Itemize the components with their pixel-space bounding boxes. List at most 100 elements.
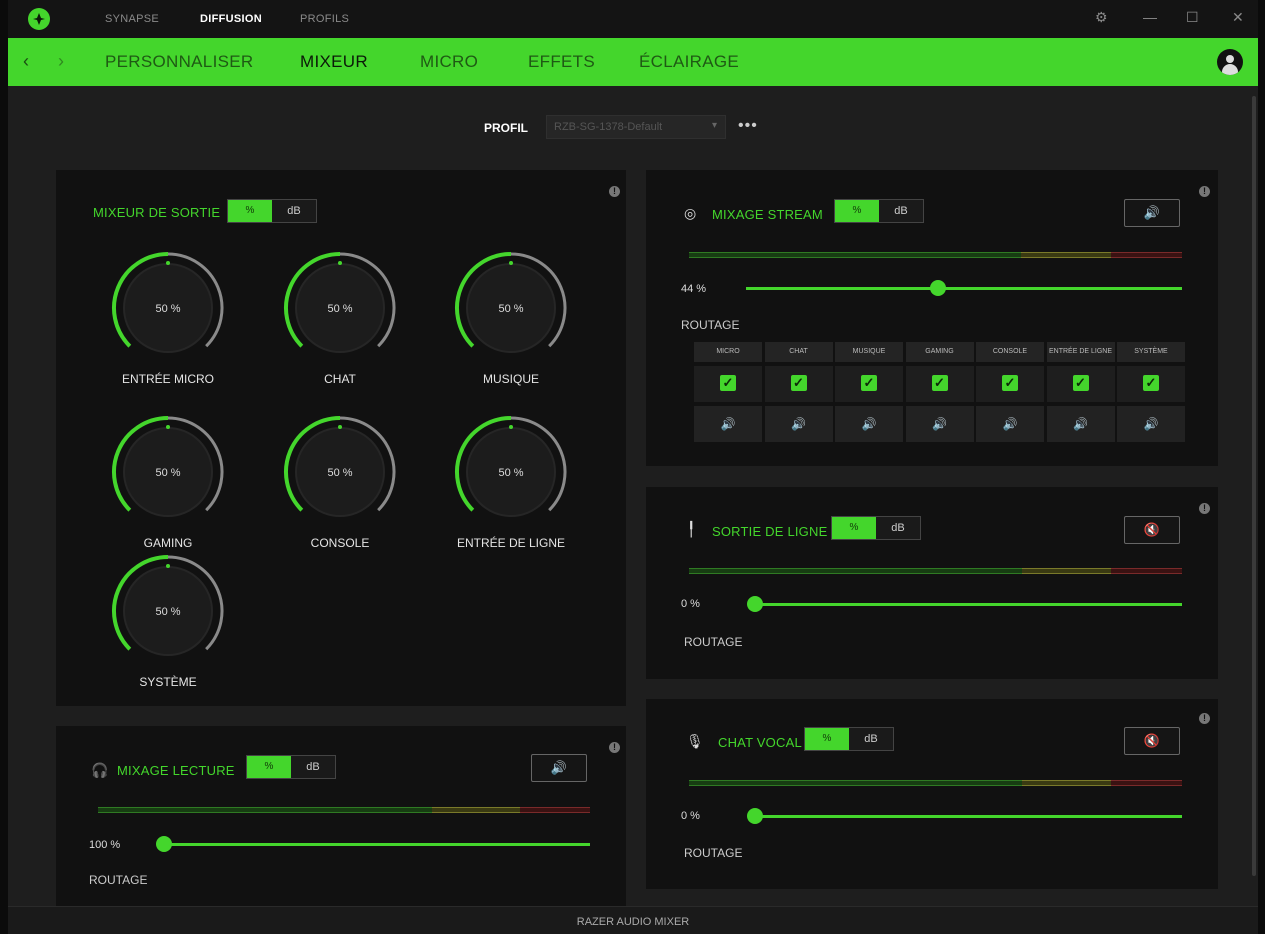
output-mixer-panel: ! MIXEUR DE SORTIE % dB 50 % ENTRÉE MICRO…	[56, 170, 626, 706]
routing-checkbox[interactable]: ✓	[1117, 366, 1185, 402]
routing-header: ENTRÉE DE LIGNE	[1046, 342, 1115, 362]
line-out-mute-button[interactable]: 🔇	[1124, 516, 1180, 544]
percent-toggle[interactable]: %	[247, 756, 291, 778]
info-icon[interactable]: !	[1199, 503, 1210, 514]
scrollbar[interactable]	[1252, 96, 1256, 876]
checkmark-icon: ✓	[931, 375, 948, 391]
knob-value: 50 %	[327, 467, 353, 479]
chevron-down-icon: ▾	[711, 120, 717, 131]
line-out-routage-label: ROUTAGE	[684, 635, 743, 649]
routing-header: SYSTÈME	[1117, 342, 1185, 362]
knob-label: CONSOLE	[310, 536, 370, 550]
info-icon[interactable]: !	[609, 186, 620, 197]
voice-chat-unit-toggle[interactable]: % dB	[804, 727, 894, 751]
settings-gear-icon[interactable]: ⚙	[1095, 9, 1108, 26]
stream-mix-title: MIXAGE STREAM	[712, 207, 823, 222]
knob-label: MUSIQUE	[482, 372, 539, 386]
close-button[interactable]: ✕	[1232, 9, 1244, 26]
knob-label: SYSTÈME	[139, 675, 197, 689]
playback-volume-slider[interactable]	[156, 836, 590, 852]
user-avatar[interactable]	[1217, 49, 1243, 75]
stream-mix-unit-toggle[interactable]: % dB	[834, 199, 924, 223]
checkmark-icon: ✓	[861, 375, 877, 391]
percent-toggle[interactable]: %	[832, 517, 876, 539]
profile-label: PROFIL	[484, 121, 528, 135]
playback-speaker-button[interactable]: 🔊	[531, 754, 587, 782]
line-out-volume-slider[interactable]	[747, 596, 1182, 612]
playback-mix-unit-toggle[interactable]: % dB	[246, 755, 336, 779]
tab-diffusion[interactable]: DIFFUSION	[200, 13, 262, 25]
stream-volume-value: 44 %	[681, 283, 707, 295]
stream-volume-slider[interactable]	[746, 280, 1182, 296]
maximize-button[interactable]: ☐	[1186, 9, 1199, 26]
knob-value: 50 %	[498, 303, 524, 315]
knob-value: 50 %	[498, 467, 524, 479]
info-icon[interactable]: !	[1199, 713, 1210, 724]
tab-micro[interactable]: MICRO	[420, 52, 478, 72]
routing-checkbox[interactable]: ✓	[976, 366, 1044, 402]
tab-mixeur[interactable]: MIXEUR	[300, 52, 368, 72]
routing-checkbox[interactable]: ✓	[835, 366, 903, 402]
routing-speaker-icon[interactable]: 🔊	[694, 406, 762, 442]
percent-toggle[interactable]: %	[805, 728, 849, 750]
routing-header: CONSOLE	[976, 342, 1044, 362]
slider-thumb[interactable]	[747, 808, 763, 824]
routing-header: MUSIQUE	[835, 342, 903, 362]
slider-thumb[interactable]	[929, 280, 946, 296]
slider-thumb[interactable]	[156, 836, 172, 852]
slider-thumb[interactable]	[747, 596, 763, 612]
db-toggle[interactable]: dB	[879, 200, 923, 222]
tab-effets[interactable]: EFFETS	[528, 52, 595, 72]
routing-speaker-icon[interactable]: 🔊	[835, 406, 903, 442]
db-toggle[interactable]: dB	[876, 517, 920, 539]
tab-eclairage[interactable]: ÉCLAIRAGE	[639, 52, 739, 72]
playback-mix-title: MIXAGE LECTURE	[117, 763, 235, 778]
forward-arrow-icon[interactable]: ›	[58, 51, 64, 72]
db-toggle[interactable]: dB	[272, 200, 316, 222]
app-window: SYNAPSE DIFFUSION PROFILS ⚙ — ☐ ✕ ‹ › PE…	[8, 0, 1258, 934]
microphone-icon: 🎙	[686, 733, 704, 749]
razer-logo-icon[interactable]	[28, 8, 50, 30]
playback-routage-label: ROUTAGE	[89, 873, 148, 887]
percent-toggle[interactable]: %	[228, 200, 272, 222]
checkmark-icon: ✓	[1002, 375, 1018, 391]
checkmark-icon: ✓	[720, 375, 736, 391]
voice-chat-volume-slider[interactable]	[747, 808, 1182, 824]
title-bar: SYNAPSE DIFFUSION PROFILS ⚙ — ☐ ✕	[8, 0, 1258, 38]
stream-level-meter	[689, 252, 1182, 258]
nav-bar: ‹ › PERSONNALISER MIXEUR MICRO EFFETS ÉC…	[8, 38, 1258, 86]
routing-speaker-icon[interactable]: 🔊	[1117, 406, 1185, 442]
profile-select[interactable]: RZB-SG-1378-Default ▾	[546, 115, 726, 139]
tab-synapse[interactable]: SYNAPSE	[105, 13, 159, 25]
routing-checkbox[interactable]: ✓	[764, 366, 833, 402]
routing-checkbox[interactable]: ✓	[694, 366, 762, 402]
db-toggle[interactable]: dB	[849, 728, 893, 750]
routing-header: GAMING	[905, 342, 974, 362]
routing-speaker-icon[interactable]: 🔊	[905, 406, 974, 442]
more-options-icon[interactable]: •••	[738, 117, 758, 135]
routing-speaker-icon[interactable]: 🔊	[764, 406, 833, 442]
output-mixer-unit-toggle[interactable]: % dB	[227, 199, 317, 223]
checkmark-icon: ✓	[1143, 375, 1159, 391]
voice-chat-volume-value: 0 %	[681, 810, 700, 822]
minimize-button[interactable]: —	[1143, 9, 1157, 25]
routing-speaker-icon[interactable]: 🔊	[1046, 406, 1115, 442]
voice-chat-mute-button[interactable]: 🔇	[1124, 727, 1180, 755]
tab-personnaliser[interactable]: PERSONNALISER	[105, 52, 253, 72]
line-out-unit-toggle[interactable]: % dB	[831, 516, 921, 540]
routing-header: MICRO	[694, 342, 762, 362]
routing-speaker-icon[interactable]: 🔊	[976, 406, 1044, 442]
routing-checkbox[interactable]: ✓	[905, 366, 974, 402]
routing-header: CHAT	[764, 342, 833, 362]
percent-toggle[interactable]: %	[835, 200, 879, 222]
back-arrow-icon[interactable]: ‹	[23, 51, 29, 72]
playback-volume-value: 100 %	[89, 839, 121, 851]
routing-checkbox[interactable]: ✓	[1046, 366, 1115, 402]
knob-value: 50 %	[327, 303, 353, 315]
stream-speaker-button[interactable]: 🔊	[1124, 199, 1180, 227]
db-toggle[interactable]: dB	[291, 756, 335, 778]
info-icon[interactable]: !	[609, 742, 620, 753]
info-icon[interactable]: !	[1199, 186, 1210, 197]
playback-mix-panel: ! 🎧 MIXAGE LECTURE % dB 🔊 100 % ROUTAGE	[56, 726, 626, 906]
tab-profils[interactable]: PROFILS	[300, 13, 349, 25]
